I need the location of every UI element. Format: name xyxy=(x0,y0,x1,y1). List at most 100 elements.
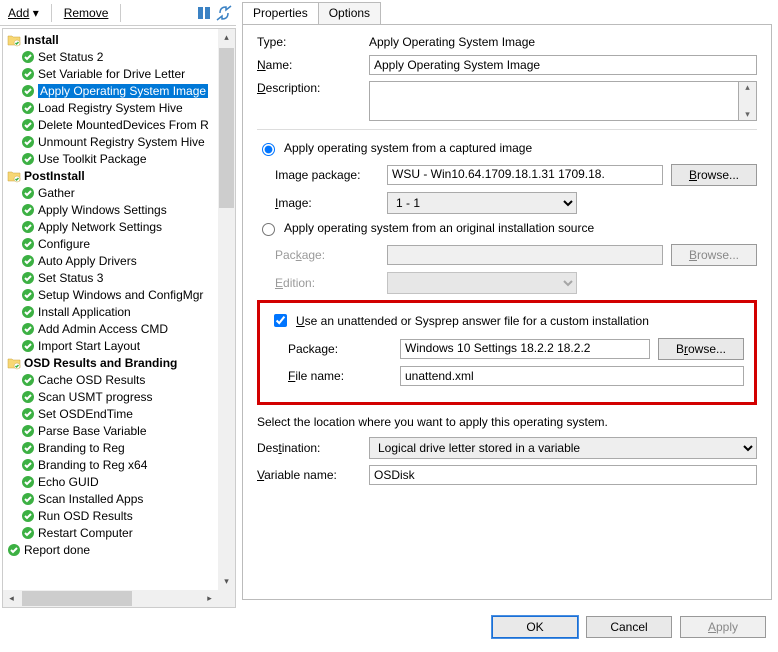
destination-intro: Select the location where you want to ap… xyxy=(257,415,757,429)
tree-item-label: Auto Apply Drivers xyxy=(38,254,137,268)
tree-item-label: Set Variable for Drive Letter xyxy=(38,67,185,81)
tree-item[interactable]: Restart Computer xyxy=(5,524,235,541)
tab-options[interactable]: Options xyxy=(318,2,381,24)
tree-item[interactable]: Setup Windows and ConfigMgr xyxy=(5,286,235,303)
tree-item-label: Branding to Reg xyxy=(38,441,125,455)
tree-item-label: Set Status 2 xyxy=(38,50,103,64)
unattend-package-label: Package: xyxy=(288,342,400,356)
remove-button[interactable]: Remove xyxy=(60,4,113,22)
tree-item-label: Delete MountedDevices From R xyxy=(38,118,209,132)
tree-item-label: Apply Windows Settings xyxy=(38,203,167,217)
filename-input[interactable] xyxy=(400,366,744,386)
tree-item[interactable]: Add Admin Access CMD xyxy=(5,320,235,337)
horizontal-scrollbar[interactable]: ◂ ▸ xyxy=(3,590,218,607)
tree-item-label: Set OSDEndTime xyxy=(38,407,133,421)
edition-select-disabled xyxy=(387,272,577,294)
tree-item[interactable]: Set Variable for Drive Letter xyxy=(5,65,235,82)
tree-group-label: Install xyxy=(24,33,59,47)
tree-item[interactable]: Set Status 2 xyxy=(5,48,235,65)
tree-item[interactable]: Install Application xyxy=(5,303,235,320)
tree-item[interactable]: Set Status 3 xyxy=(5,269,235,286)
tree-item-label: Load Registry System Hive xyxy=(38,101,183,115)
tree-item[interactable]: Unmount Registry System Hive xyxy=(5,133,235,150)
tree-item-label: Branding to Reg x64 xyxy=(38,458,147,472)
destination-label: Destination: xyxy=(257,441,369,455)
image-label: Image: xyxy=(275,196,387,210)
tree-item-label: Apply Network Settings xyxy=(38,220,162,234)
tab-properties[interactable]: Properties xyxy=(242,2,319,24)
tree-item[interactable]: Delete MountedDevices From R xyxy=(5,116,235,133)
tree-group[interactable]: OSD Results and Branding xyxy=(5,354,235,371)
tree-item-label: Report done xyxy=(24,543,90,557)
variable-name-input[interactable] xyxy=(369,465,757,485)
tree-item-label: Install Application xyxy=(38,305,131,319)
tree-view[interactable]: Install Set Status 2 Set Variable for Driv… xyxy=(2,28,236,608)
tree-item[interactable]: Import Start Layout xyxy=(5,337,235,354)
tree-item[interactable]: Apply Operating System Image xyxy=(5,82,235,99)
tree-item-label: Setup Windows and ConfigMgr xyxy=(38,288,203,302)
image-package-field: WSU - Win10.64.1709.18.1.31 1709.18. xyxy=(387,165,663,185)
tree-item[interactable]: Gather xyxy=(5,184,235,201)
edition-label-disabled: Edition: xyxy=(275,276,387,290)
tree-group-label: PostInstall xyxy=(24,169,85,183)
tree-item[interactable]: Set OSDEndTime xyxy=(5,405,235,422)
tree-item[interactable]: Branding to Reg x64 xyxy=(5,456,235,473)
browse-unattend-package-button[interactable]: Browse... xyxy=(658,338,744,360)
tree-group-label: OSD Results and Branding xyxy=(24,356,177,370)
destination-select[interactable]: Logical drive letter stored in a variabl… xyxy=(369,437,757,459)
tree-item[interactable]: Parse Base Variable xyxy=(5,422,235,439)
tree-item[interactable]: Cache OSD Results xyxy=(5,371,235,388)
tree-item[interactable]: Run OSD Results xyxy=(5,507,235,524)
type-value: Apply Operating System Image xyxy=(369,35,535,49)
name-input[interactable] xyxy=(369,55,757,75)
tree-item[interactable]: Auto Apply Drivers xyxy=(5,252,235,269)
tree-item-label: Unmount Registry System Hive xyxy=(38,135,205,149)
tree-item[interactable]: Branding to Reg xyxy=(5,439,235,456)
tree-item-label: Use Toolkit Package xyxy=(38,152,147,166)
tree-item[interactable]: Apply Windows Settings xyxy=(5,201,235,218)
tree-item[interactable]: Report done xyxy=(5,541,235,558)
browse-image-package-button[interactable]: Browse... xyxy=(671,164,757,186)
filename-label: File name: xyxy=(288,369,400,383)
tab-strip: Properties Options xyxy=(242,2,772,24)
variable-name-label: Variable name: xyxy=(257,468,369,482)
image-package-label: Image package: xyxy=(275,168,387,182)
toolbar-icon-2[interactable] xyxy=(216,5,232,21)
package-label-disabled: Package: xyxy=(275,248,387,262)
tree-group[interactable]: Install xyxy=(5,31,235,48)
tree-item-label: Run OSD Results xyxy=(38,509,133,523)
image-select[interactable]: 1 - 1 xyxy=(387,192,577,214)
use-unattend-checkbox[interactable] xyxy=(274,314,287,327)
ok-button[interactable]: OK xyxy=(492,616,578,638)
tree-item[interactable]: Apply Network Settings xyxy=(5,218,235,235)
tree-item-label: Echo GUID xyxy=(38,475,99,489)
toolbar-icon-1[interactable] xyxy=(196,5,212,21)
left-panel: Add ▾ Remove Install Set Status 2 Set Vari… xyxy=(0,0,236,608)
tree-item[interactable]: Scan Installed Apps xyxy=(5,490,235,507)
tree-item-label: Gather xyxy=(38,186,75,200)
unattend-highlight-box: Use an unattended or Sysprep answer file… xyxy=(257,300,757,405)
radio-captured-image[interactable] xyxy=(262,143,275,156)
tree-item[interactable]: Load Registry System Hive xyxy=(5,99,235,116)
description-label: Description: xyxy=(257,81,369,95)
description-scrollbar[interactable]: ▴▾ xyxy=(739,81,757,121)
tree-item[interactable]: Configure xyxy=(5,235,235,252)
cancel-button[interactable]: Cancel xyxy=(586,616,672,638)
package-field-disabled xyxy=(387,245,663,265)
radio-captured-label: Apply operating system from a captured i… xyxy=(284,141,532,155)
description-input[interactable] xyxy=(369,81,739,121)
tree-item-label: Set Status 3 xyxy=(38,271,103,285)
browse-package-button-disabled: Browse... xyxy=(671,244,757,266)
tree-group[interactable]: PostInstall xyxy=(5,167,235,184)
vertical-scrollbar[interactable]: ▴ ▾ xyxy=(218,29,235,590)
toolbar: Add ▾ Remove xyxy=(0,0,236,26)
right-panel: Properties Options Type: Apply Operating… xyxy=(236,0,778,608)
unattend-package-field: Windows 10 Settings 18.2.2 18.2.2 xyxy=(400,339,650,359)
tree-item[interactable]: Use Toolkit Package xyxy=(5,150,235,167)
tree-item[interactable]: Echo GUID xyxy=(5,473,235,490)
tree-item[interactable]: Scan USMT progress xyxy=(5,388,235,405)
radio-original-source[interactable] xyxy=(262,223,275,236)
add-button[interactable]: Add ▾ xyxy=(4,4,43,22)
apply-button: Apply xyxy=(680,616,766,638)
tree-item-label: Configure xyxy=(38,237,90,251)
